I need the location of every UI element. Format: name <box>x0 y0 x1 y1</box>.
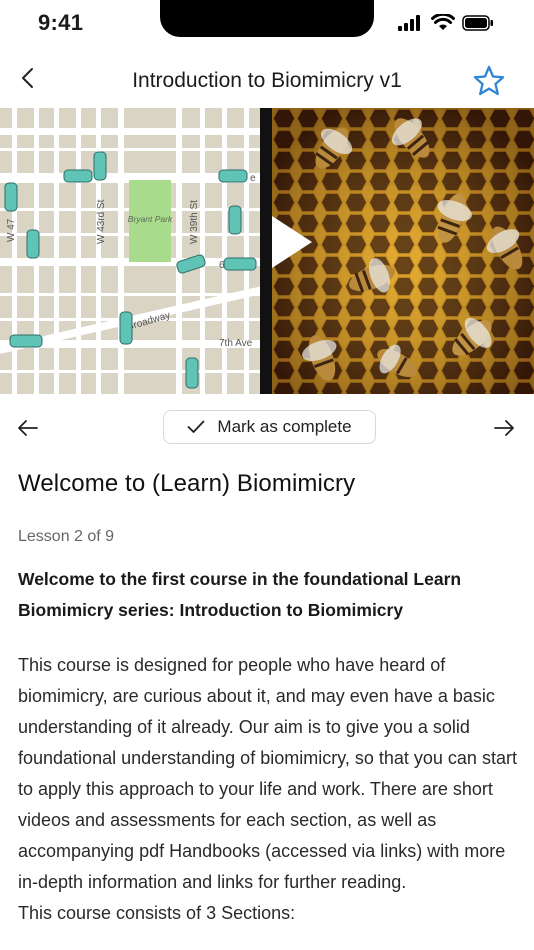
lesson-heading: Welcome to (Learn) Biomimicry <box>18 470 356 497</box>
checkmark-icon <box>188 420 205 433</box>
lesson-controls: Mark as complete <box>0 408 534 448</box>
lesson-content: Welcome to (Learn) Biomimicry Lesson 2 o… <box>18 470 518 929</box>
previous-lesson-arrow-icon[interactable] <box>16 416 40 440</box>
mark-as-complete-button[interactable]: Mark as complete <box>163 410 376 444</box>
mark-as-complete-label: Mark as complete <box>217 417 352 436</box>
status-time: 9:41 <box>38 10 84 35</box>
lesson-lead: Welcome to the first course in the found… <box>18 569 462 620</box>
device-notch <box>160 0 374 37</box>
map-label-park: Bryant Park <box>128 214 173 224</box>
map-label-w39: W 39th St <box>189 200 200 244</box>
lesson-counter: Lesson 2 of 9 <box>18 528 115 545</box>
map-thumbnail: Bryant Park W 47 W 43rd St W 39th St Bro… <box>0 108 262 394</box>
map-label-w47: W 47 <box>6 218 17 242</box>
map-label-e: e <box>250 173 256 184</box>
wifi-icon <box>431 14 455 30</box>
battery-icon <box>462 14 493 31</box>
status-bar: 9:41 <box>0 0 534 50</box>
lesson-body: This course is designed for people who h… <box>18 650 518 929</box>
play-icon[interactable] <box>268 212 316 272</box>
next-lesson-arrow-icon[interactable] <box>492 416 516 440</box>
nav-bar: Introduction to Biomimicry v1 <box>0 60 534 106</box>
page-title: Introduction to Biomimicry v1 <box>132 69 402 92</box>
lesson-body-paragraph: This course is designed for people who h… <box>18 655 517 892</box>
map-label-7th-ave: 7th Ave <box>219 338 253 349</box>
lesson-body-next: This course consists of 3 Sections: <box>18 903 296 923</box>
map-label-w43: W 43rd St <box>96 199 107 244</box>
cellular-signal-icon <box>398 14 420 31</box>
status-icons <box>398 14 494 31</box>
lesson-video[interactable]: Bryant Park W 47 W 43rd St W 39th St Bro… <box>0 108 534 394</box>
favorite-star-icon[interactable] <box>472 64 506 98</box>
